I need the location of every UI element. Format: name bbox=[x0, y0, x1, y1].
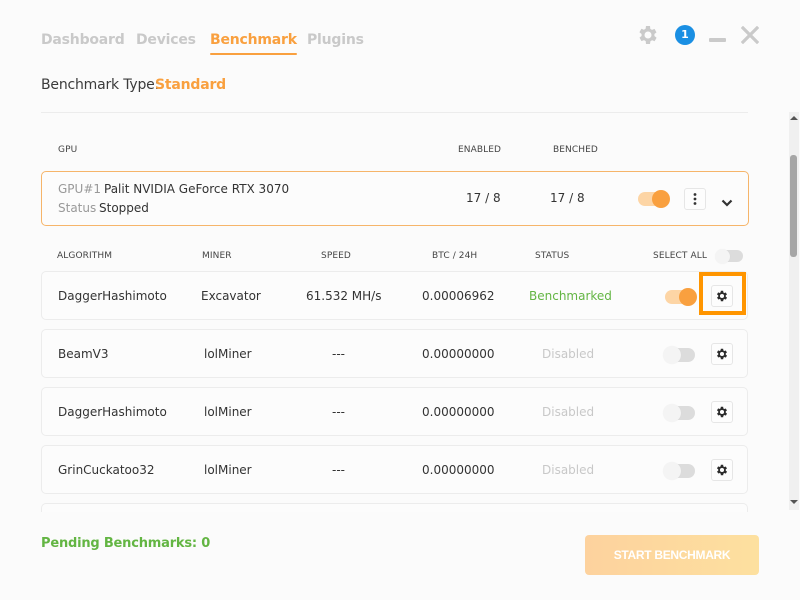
algorithm-name: DaggerHashimoto bbox=[58, 405, 167, 419]
gpu-status: Stopped bbox=[99, 201, 149, 215]
status-badge: Disabled bbox=[542, 463, 595, 477]
algorithm-enable-toggle[interactable] bbox=[663, 404, 695, 422]
header-enabled: ENABLED bbox=[458, 145, 502, 155]
gear-icon bbox=[716, 464, 728, 476]
miner-name: Excavator bbox=[201, 289, 261, 303]
status-badge: Benchmarked bbox=[529, 289, 612, 303]
gpu-enabled-count: 17 / 8 bbox=[466, 191, 501, 205]
header-speed: SPEED bbox=[321, 251, 351, 261]
header-btc: BTC / 24H bbox=[432, 251, 478, 261]
algorithm-enable-toggle[interactable] bbox=[663, 462, 695, 480]
gear-icon bbox=[716, 348, 728, 360]
algorithm-row-partial bbox=[41, 503, 748, 512]
algorithm-settings-button[interactable] bbox=[711, 343, 733, 365]
tab-plugins[interactable]: Plugins bbox=[307, 32, 364, 48]
header-algorithm: ALGORITHM bbox=[57, 251, 113, 261]
gear-icon bbox=[716, 406, 728, 418]
start-benchmark-button[interactable]: START BENCHMARK bbox=[585, 535, 759, 575]
header-benched: BENCHED bbox=[553, 145, 598, 155]
select-all-toggle[interactable] bbox=[715, 248, 743, 264]
scrollbar-thumb[interactable] bbox=[790, 155, 797, 257]
algorithm-settings-button[interactable] bbox=[711, 459, 733, 481]
minimize-icon[interactable] bbox=[709, 38, 726, 42]
btc-per-day: 0.00000000 bbox=[422, 347, 495, 361]
settings-button[interactable] bbox=[636, 23, 660, 51]
algorithm-enable-toggle[interactable] bbox=[663, 346, 695, 364]
scroll-up-arrow-icon[interactable] bbox=[790, 116, 798, 120]
close-icon bbox=[740, 25, 760, 45]
benchmark-type-value[interactable]: Standard bbox=[155, 77, 226, 93]
highlight-annotation bbox=[699, 272, 746, 315]
speed: --- bbox=[332, 347, 345, 361]
tab-benchmark[interactable]: Benchmark bbox=[210, 32, 297, 55]
tab-dashboard[interactable]: Dashboard bbox=[41, 32, 125, 48]
close-button[interactable] bbox=[740, 25, 760, 48]
benchmark-type-label: Benchmark Type: bbox=[41, 77, 160, 93]
speed: --- bbox=[332, 463, 345, 477]
gpu-benched-count: 17 / 8 bbox=[550, 191, 585, 205]
chevron-down-icon bbox=[721, 199, 733, 207]
algorithm-settings-button[interactable] bbox=[711, 401, 733, 423]
header-gpu: GPU bbox=[58, 145, 78, 155]
speed: 61.532 MH/s bbox=[306, 289, 382, 303]
miner-name: lolMiner bbox=[204, 463, 252, 477]
algorithm-row[interactable]: DaggerHashimoto Excavator 61.532 MH/s 0.… bbox=[41, 271, 748, 320]
speed: --- bbox=[332, 405, 345, 419]
algorithm-row[interactable]: DaggerHashimoto lolMiner --- 0.00000000 … bbox=[41, 387, 748, 436]
btc-per-day: 0.00000000 bbox=[422, 463, 495, 477]
more-vertical-icon bbox=[693, 193, 697, 205]
status-badge: Disabled bbox=[542, 405, 595, 419]
btc-per-day: 0.00000000 bbox=[422, 405, 495, 419]
algorithm-enable-toggle[interactable] bbox=[665, 288, 697, 306]
status-badge: Disabled bbox=[542, 347, 595, 361]
gpu-name: Palit NVIDIA GeForce RTX 3070 bbox=[104, 182, 290, 196]
gpu-status-label: Status bbox=[58, 201, 97, 215]
header-miner: MINER bbox=[202, 251, 232, 261]
tab-devices[interactable]: Devices bbox=[136, 32, 196, 48]
header-status: STATUS bbox=[535, 251, 570, 261]
btc-per-day: 0.00006962 bbox=[422, 289, 495, 303]
gpu-id: GPU#1 bbox=[58, 182, 102, 196]
gpu-enable-toggle[interactable] bbox=[638, 190, 670, 208]
notification-badge[interactable]: 1 bbox=[675, 25, 695, 45]
algorithm-name: DaggerHashimoto bbox=[58, 289, 167, 303]
algorithm-name: BeamV3 bbox=[58, 347, 109, 361]
gpu-card[interactable]: GPU#1 Palit NVIDIA GeForce RTX 3070 Stat… bbox=[41, 171, 749, 226]
divider bbox=[41, 112, 748, 113]
pending-benchmarks: Pending Benchmarks: 0 bbox=[41, 536, 211, 551]
algorithm-row[interactable]: BeamV3 lolMiner --- 0.00000000 Disabled bbox=[41, 329, 748, 378]
gpu-more-button[interactable] bbox=[684, 188, 706, 210]
scroll-down-arrow-icon[interactable] bbox=[790, 500, 798, 504]
algorithm-name: GrinCuckatoo32 bbox=[58, 463, 155, 477]
gear-icon bbox=[639, 26, 657, 44]
algorithm-row[interactable]: GrinCuckatoo32 lolMiner --- 0.00000000 D… bbox=[41, 445, 748, 494]
gpu-expand-button[interactable] bbox=[721, 193, 733, 212]
miner-name: lolMiner bbox=[204, 347, 252, 361]
header-select-all: SELECT ALL bbox=[653, 251, 707, 261]
miner-name: lolMiner bbox=[204, 405, 252, 419]
